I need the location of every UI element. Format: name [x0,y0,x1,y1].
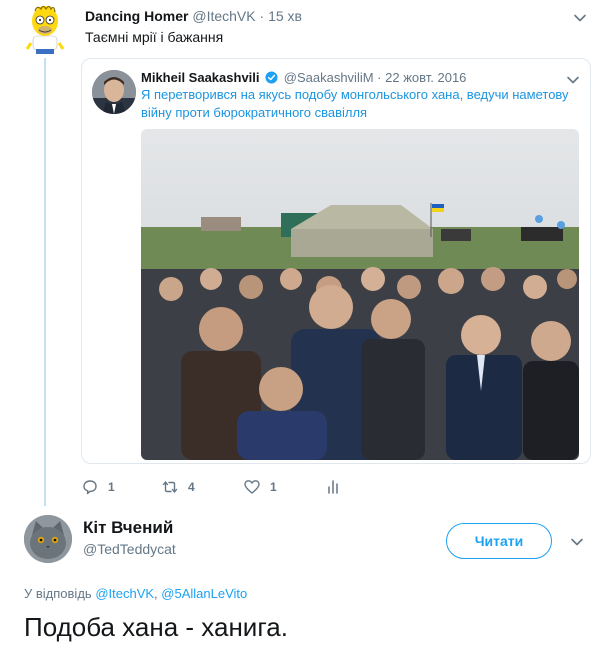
quoted-author-handle[interactable]: @SaakashviliM [284,70,374,85]
cat-avatar-icon[interactable] [24,515,72,563]
reply-button[interactable]: 1 [81,476,115,498]
chevron-down-icon[interactable] [573,11,587,25]
quoted-tweet-card[interactable]: Mikheil Saakashvili @SaakashviliM · 22 ж… [81,58,591,464]
mention-link[interactable]: @5AllanLeVito [161,586,247,601]
analytics-button[interactable] [325,476,352,498]
author-handle[interactable]: @TedTeddycat [83,541,176,557]
separator-dot: · [259,8,265,24]
tweet-text: Подоба хана - ханига. [24,612,288,642]
chevron-down-icon[interactable] [566,73,580,87]
retweet-button[interactable]: 4 [161,476,195,498]
reply-context: У відповідь @ItechVK, @5AllanLeVito [24,586,247,601]
reply-icon [83,480,97,495]
mention-link[interactable]: @ItechVK [95,586,154,601]
homer-avatar-icon[interactable] [23,3,67,55]
like-count: 1 [270,480,277,494]
quoted-tweet-photo[interactable] [141,129,579,460]
separator-dot: · [377,70,382,85]
tweet-text: Таємні мрії і бажання [85,29,224,45]
analytics-icon [328,480,338,494]
quoted-tweet-header: Mikheil Saakashvili @SaakashviliM · 22 ж… [141,70,466,85]
chevron-down-icon[interactable] [570,535,584,549]
quoted-author-name[interactable]: Mikheil Saakashvili [141,70,260,85]
author-name[interactable]: Кіт Вчений [83,518,173,538]
quoted-author-avatar[interactable] [92,70,136,114]
quoted-tweet-date[interactable]: 22 жовт. 2016 [385,70,466,85]
like-button[interactable]: 1 [243,476,277,498]
retweet-icon [162,481,178,493]
verified-badge-icon [265,71,278,84]
reply-count: 1 [108,480,115,494]
tweet-actions: 1 4 1 [81,476,381,498]
author-name[interactable]: Dancing Homer [85,8,188,24]
mention-separator: , [154,586,158,601]
thread-connector-line [44,58,46,506]
tweet-header: Dancing Homer @ItechVK · 15 хв [85,8,302,24]
quoted-tweet-text: Я перетворився на якусь подобу монгольсь… [141,87,569,120]
reply-prefix: У відповідь [24,586,92,601]
retweet-count: 4 [188,480,195,494]
author-handle[interactable]: @ItechVK [192,8,255,24]
heart-icon [244,480,260,494]
tweet-timestamp[interactable]: 15 хв [268,8,302,24]
follow-button[interactable]: Читати [446,523,552,559]
